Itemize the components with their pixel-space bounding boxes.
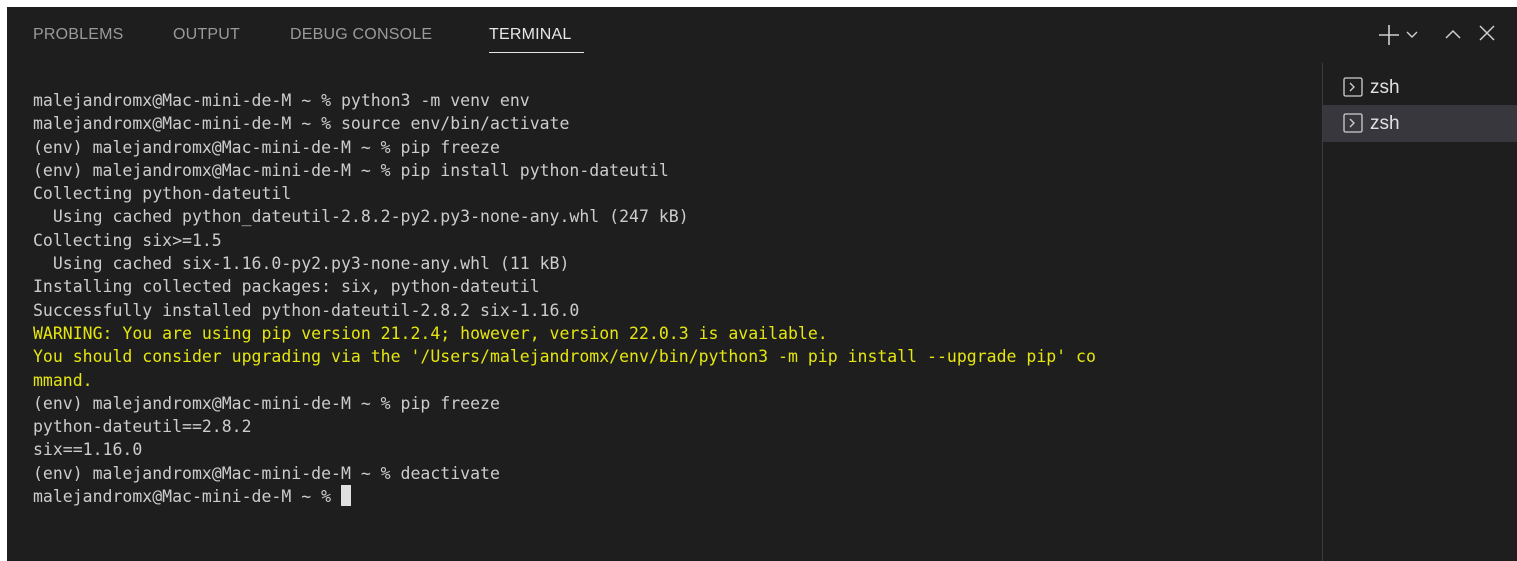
chevron-down-icon[interactable]: [1405, 29, 1419, 41]
terminal-warning-line: You should consider upgrading via the '/…: [33, 347, 1096, 367]
terminal-warning-line: WARNING: You are using pip version 21.2.…: [33, 323, 828, 343]
tab-output[interactable]: OUTPUT: [173, 25, 240, 45]
active-tab-indicator: [489, 52, 584, 53]
terminal-warning-line: mmand.: [33, 370, 93, 390]
terminal-icon: [1343, 113, 1363, 133]
tab-debug-console[interactable]: DEBUG CONSOLE: [290, 25, 432, 45]
terminal-list-item-label: zsh: [1370, 113, 1400, 134]
tab-problems[interactable]: PROBLEMS: [33, 25, 124, 45]
panel-tab-bar: PROBLEMS OUTPUT DEBUG CONSOLE TERMINAL: [7, 7, 1517, 63]
terminal-line: (env) malejandromx@Mac-mini-de-M ~ % pip…: [33, 137, 500, 157]
terminal-line: malejandromx@Mac-mini-de-M ~ % python3 -…: [33, 91, 530, 110]
terminal-line: Using cached python_dateutil-2.8.2-py2.p…: [33, 207, 689, 227]
terminal-line: Using cached six-1.16.0-py2.py3-none-any…: [33, 254, 570, 274]
terminal-line: Collecting python-dateutil: [33, 184, 292, 204]
terminal-line: six==1.16.0: [33, 440, 143, 460]
terminal-output[interactable]: malejandromx@Mac-mini-de-M ~ % python3 -…: [33, 89, 1319, 508]
terminal-panel: PROBLEMS OUTPUT DEBUG CONSOLE TERMINAL m…: [7, 7, 1517, 561]
close-icon[interactable]: [1478, 24, 1496, 42]
terminal-list-item-zsh-1[interactable]: zsh: [1323, 69, 1517, 106]
terminal-icon: [1343, 77, 1363, 97]
terminal-list-item-label: zsh: [1370, 77, 1400, 98]
terminal-list-item-zsh-2[interactable]: zsh: [1323, 105, 1517, 142]
terminal-line: python-dateutil==2.8.2: [33, 417, 252, 437]
terminal-line: Installing collected packages: six, pyth…: [33, 277, 540, 297]
terminal-line: malejandromx@Mac-mini-de-M ~ % source en…: [33, 114, 570, 134]
terminal-line: (env) malejandromx@Mac-mini-de-M ~ % pip…: [33, 160, 669, 180]
chevron-up-icon[interactable]: [1443, 27, 1463, 41]
terminal-line: Collecting six>=1.5: [33, 230, 222, 250]
terminal-cursor: [340, 485, 351, 507]
terminal-list: zsh zsh: [1322, 63, 1517, 561]
terminal-line: (env) malejandromx@Mac-mini-de-M ~ % dea…: [33, 463, 500, 483]
terminal-line: (env) malejandromx@Mac-mini-de-M ~ % pip…: [33, 393, 500, 413]
terminal-prompt: malejandromx@Mac-mini-de-M ~ %: [33, 487, 341, 507]
tab-terminal[interactable]: TERMINAL: [489, 25, 572, 45]
terminal-prompt-line[interactable]: malejandromx@Mac-mini-de-M ~ %: [33, 485, 1319, 508]
terminal-line: Successfully installed python-dateutil-2…: [33, 300, 580, 320]
plus-icon[interactable]: [1377, 23, 1401, 47]
